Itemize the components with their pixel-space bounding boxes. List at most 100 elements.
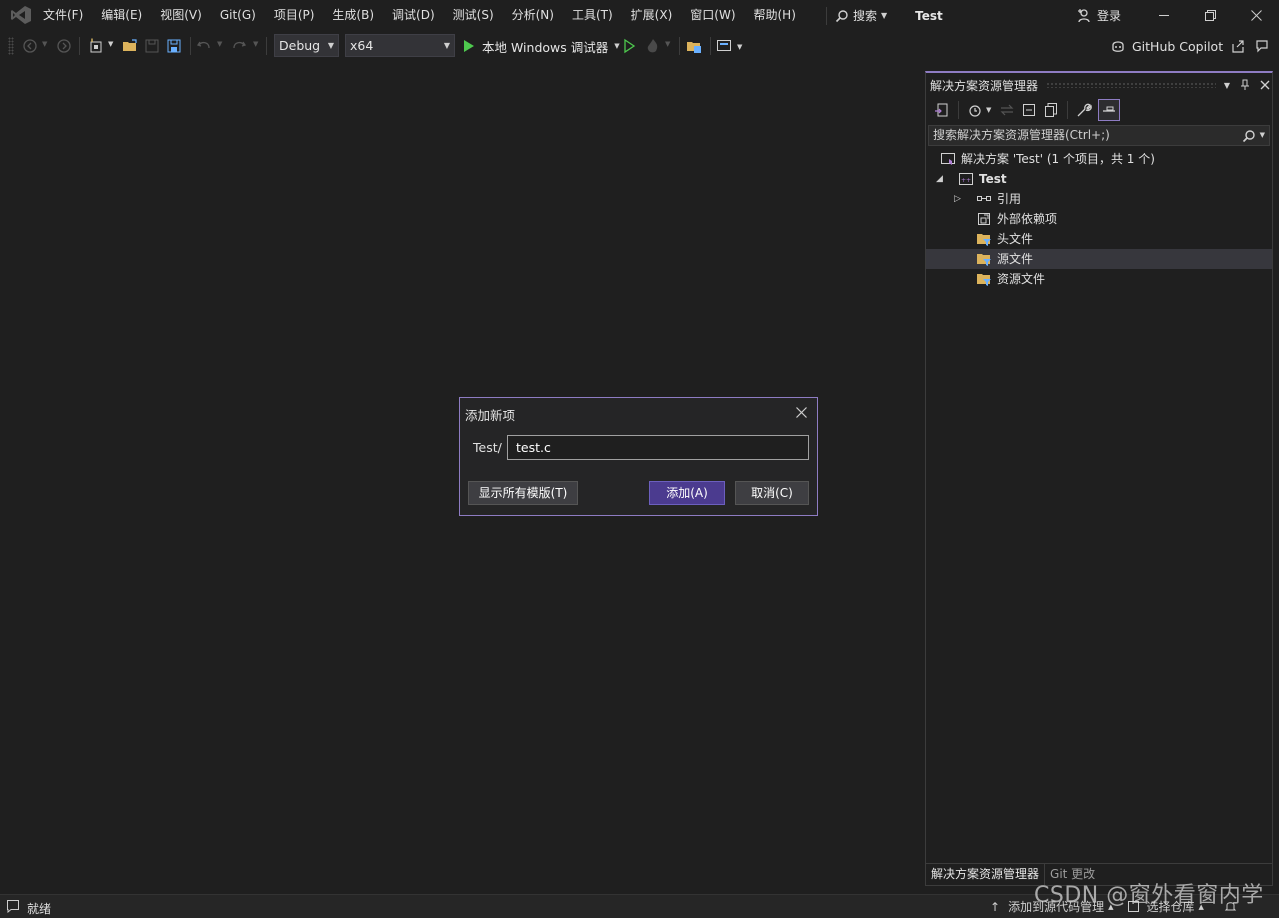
panel-drag-handle[interactable] [1046, 82, 1216, 88]
menu-tools[interactable]: 工具(T) [563, 0, 622, 31]
chevron-down-icon[interactable]: ▼ [881, 11, 887, 20]
tree-references-label: 引用 [997, 192, 1022, 206]
add-button[interactable]: 添加(A) [649, 481, 725, 505]
configuration-value: Debug [279, 38, 321, 53]
expand-arrow-icon[interactable]: ▷ [954, 189, 961, 209]
start-debugging-button[interactable]: 本地 Windows 调试器 ▼ [462, 36, 620, 56]
collapse-arrow-icon[interactable]: ◢ [936, 169, 943, 189]
sync-icon[interactable] [999, 102, 1015, 118]
tree-source-files-label: 源文件 [997, 252, 1034, 266]
configuration-select[interactable]: Debug ▼ [274, 34, 339, 57]
chevron-down-icon[interactable]: ▼ [665, 40, 670, 48]
undo-icon[interactable] [196, 38, 212, 54]
tree-references-node[interactable]: ▷ 引用 [926, 189, 1272, 209]
search-icon[interactable] [1242, 129, 1256, 143]
show-all-files-icon[interactable] [1043, 102, 1059, 118]
save-all-icon[interactable] [166, 38, 182, 54]
close-icon[interactable] [1260, 80, 1270, 90]
menu-file[interactable]: 文件(F) [34, 0, 92, 31]
open-folder-icon[interactable] [122, 38, 138, 54]
show-all-templates-button[interactable]: 显示所有模版(T) [468, 481, 578, 505]
visual-studio-logo-icon[interactable] [10, 5, 32, 25]
svg-text:++: ++ [961, 177, 971, 184]
solution-explorer-panel: 解决方案资源管理器 ▼ ▼ 搜索解决方案资源管理器(Ctrl+;) ▼ 解决方案… [925, 71, 1273, 886]
toolbar-overflow-icon[interactable]: ▼ [737, 43, 742, 51]
tree-resource-files-node[interactable]: 资源文件 [926, 269, 1272, 289]
redo-icon[interactable] [231, 38, 247, 54]
tree-solution-node[interactable]: 解决方案 'Test' (1 个项目，共 1 个) [926, 149, 1272, 169]
menu-analyze[interactable]: 分析(N) [503, 0, 563, 31]
properties-icon[interactable] [1076, 102, 1093, 118]
minimize-icon [1159, 15, 1169, 16]
menu-view[interactable]: 视图(V) [151, 0, 211, 31]
share-icon[interactable] [1231, 39, 1245, 53]
filename-input[interactable] [507, 435, 809, 460]
menu-extensions[interactable]: 扩展(X) [622, 0, 682, 31]
preview-selected-items-button[interactable] [1098, 99, 1121, 121]
menu-build[interactable]: 生成(B) [323, 0, 383, 31]
menu-project[interactable]: 项目(P) [265, 0, 324, 31]
forward-icon[interactable] [56, 38, 72, 54]
close-window-button[interactable] [1233, 0, 1279, 31]
platform-value: x64 [350, 38, 374, 53]
menu-test[interactable]: 测试(S) [444, 0, 503, 31]
save-icon[interactable] [144, 38, 160, 54]
pending-changes-icon[interactable] [967, 102, 983, 118]
tree-external-deps-label: 外部依赖项 [997, 212, 1058, 226]
restore-icon [1204, 10, 1216, 21]
new-project-icon[interactable] [88, 38, 104, 54]
play-icon [464, 40, 474, 52]
panel-menu-icon[interactable]: ▼ [1224, 81, 1230, 90]
chevron-down-icon[interactable]: ▼ [217, 40, 222, 48]
tab-solution-explorer[interactable]: 解决方案资源管理器 [926, 864, 1046, 885]
menu-edit[interactable]: 编辑(E) [92, 0, 151, 31]
collapse-all-icon[interactable] [1021, 102, 1037, 118]
menu-help[interactable]: 帮助(H) [745, 0, 805, 31]
tree-source-files-node[interactable]: 源文件 [926, 249, 1272, 269]
toolbar-grip[interactable] [8, 37, 14, 55]
tree-project-node[interactable]: ◢ ++ Test [926, 169, 1272, 189]
solution-tree: 解决方案 'Test' (1 个项目，共 1 个) ◢ ++ Test ▷ 引用 [926, 149, 1272, 289]
chevron-down-icon[interactable]: ▼ [42, 40, 47, 48]
folder-view-icon[interactable] [686, 38, 702, 54]
separator [958, 101, 959, 119]
chevron-down-icon[interactable]: ▼ [253, 40, 258, 48]
search-area: 搜索 ▼ Test [818, 0, 943, 31]
chevron-down-icon[interactable]: ▼ [614, 42, 619, 50]
search-icon[interactable] [835, 9, 849, 23]
start-without-debugging-icon[interactable] [621, 38, 637, 54]
notification-icon[interactable] [6, 899, 20, 913]
cancel-button[interactable]: 取消(C) [735, 481, 809, 505]
chevron-down-icon[interactable]: ▼ [1260, 126, 1265, 145]
separator [710, 37, 711, 55]
chevron-down-icon[interactable]: ▼ [108, 40, 113, 48]
minimize-button[interactable] [1141, 0, 1187, 31]
solution-icon [941, 153, 955, 165]
layout-icon[interactable] [716, 38, 732, 54]
tree-external-deps-node[interactable]: 外部依赖项 [926, 209, 1272, 229]
pin-icon[interactable] [1240, 79, 1250, 91]
github-copilot-button[interactable]: GitHub Copilot [1110, 36, 1269, 56]
switch-views-icon[interactable] [934, 102, 950, 118]
dialog-close-button[interactable] [796, 401, 807, 422]
hot-reload-icon[interactable] [645, 38, 661, 54]
tree-header-files-node[interactable]: 头文件 [926, 229, 1272, 249]
toolbar: ▼ ▼ ▼ ▼ Debug ▼ x64 ▼ 本地 Windows 调试器 ▼ ▼… [0, 31, 1279, 61]
separator [1067, 101, 1069, 119]
copilot-icon [1112, 41, 1124, 52]
restore-button[interactable] [1187, 0, 1233, 31]
separator [190, 37, 191, 55]
tree-header-files-label: 头文件 [997, 232, 1034, 246]
menu-git[interactable]: Git(G) [211, 0, 265, 31]
menu-debug[interactable]: 调试(D) [383, 0, 444, 31]
platform-select[interactable]: x64 ▼ [345, 34, 455, 57]
login-button[interactable]: 登录 [1077, 0, 1121, 31]
feedback-icon[interactable] [1255, 39, 1269, 53]
solution-explorer-search[interactable]: 搜索解决方案资源管理器(Ctrl+;) ▼ [928, 125, 1270, 146]
back-icon[interactable] [22, 38, 38, 54]
close-icon [1250, 10, 1262, 21]
separator [679, 37, 680, 55]
menu-window[interactable]: 窗口(W) [681, 0, 744, 31]
chevron-down-icon[interactable]: ▼ [986, 106, 991, 114]
search-button[interactable]: 搜索 [853, 7, 877, 24]
